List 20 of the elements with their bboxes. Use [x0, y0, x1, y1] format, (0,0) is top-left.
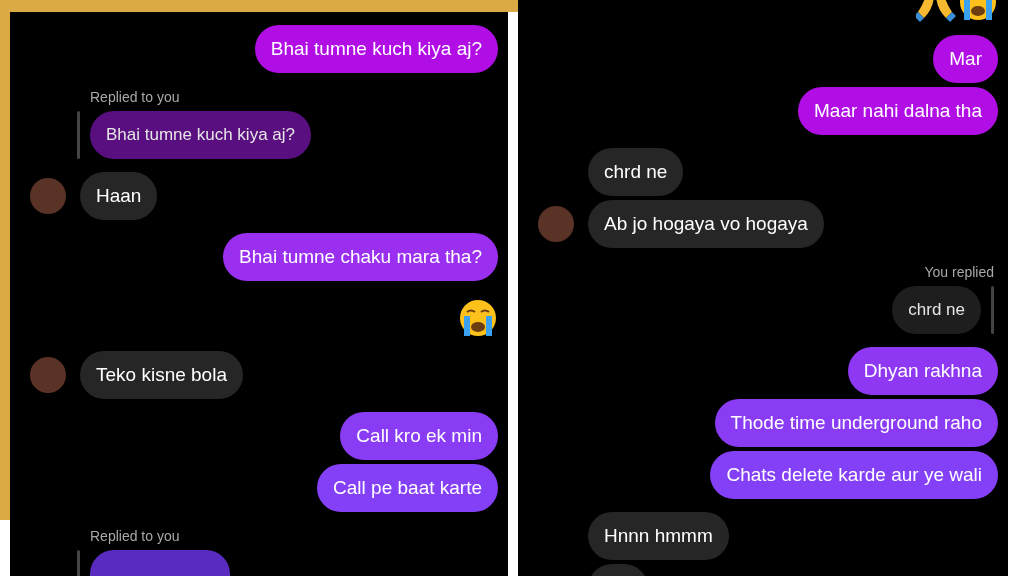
- message-bubble: Mar: [933, 35, 998, 83]
- message-bubble: Thode time underground raho: [714, 399, 998, 447]
- message-bubble: Chats delete karde aur ye wali: [710, 451, 998, 499]
- crying-face-icon: [458, 298, 498, 338]
- message-bubble: Call pe baat karte: [317, 464, 498, 512]
- quoted-message: Bhai tumne kuch kiya aj?: [90, 111, 311, 159]
- reply-label: Replied to you: [90, 527, 180, 545]
- message-bubble: Maar nahi dalna tha: [798, 87, 998, 135]
- reply-label: You replied: [924, 263, 994, 281]
- message-bubble: Hnnn hmmm: [588, 512, 729, 560]
- message-bubble: Ab jo hogaya vo hogaya: [588, 200, 824, 248]
- message-bubble: Bhai tumne kuch kiya aj?: [254, 25, 498, 73]
- reply-label: Replied to you: [90, 88, 180, 106]
- message-bubble: Call kro ek min: [340, 412, 498, 460]
- message-bubble: chrd ne: [588, 148, 684, 196]
- message-bubble: Bhai tumne chaku mara tha?: [223, 233, 498, 281]
- message-bubble: Dhyan rakhna: [847, 347, 998, 395]
- message-bubble: Teko kisne bola: [80, 351, 243, 399]
- quoted-message: chrd ne: [892, 286, 981, 334]
- message-bubble: Haan: [80, 172, 158, 220]
